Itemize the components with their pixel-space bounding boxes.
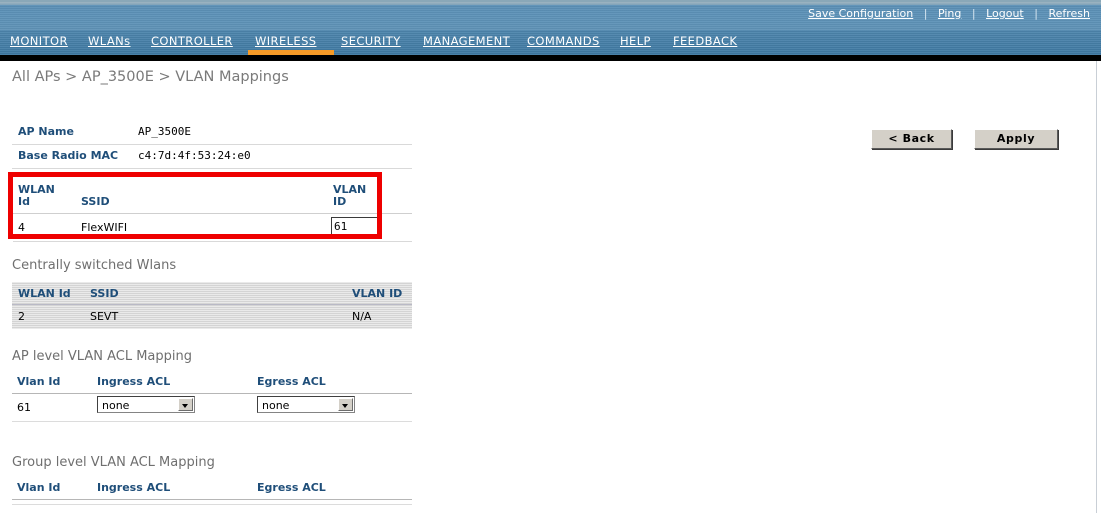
vlan-id-input[interactable] (331, 217, 381, 235)
table-row: 4 FlexWIFI (13, 214, 412, 242)
group-level-vlan-id-header: Vlan Id (17, 481, 61, 494)
group-level-ingress-acl-header: Ingress ACL (97, 481, 171, 494)
locally-switched-ssid-header: SSID (81, 195, 110, 208)
centrally-switched-ssid-value: SEVT (90, 310, 119, 323)
ap-level-vlan-id-header: Vlan Id (17, 375, 61, 388)
refresh-link[interactable]: Refresh (1048, 7, 1090, 20)
group-level-acl-empty-rule (12, 504, 412, 505)
group-level-acl-title: Group level VLAN ACL Mapping (12, 455, 215, 470)
centrally-switched-title: Centrally switched Wlans (12, 258, 177, 273)
main-nav: MONITOR WLANs CONTROLLER WIRELESS SECURI… (0, 30, 1101, 55)
header-link-separator-2: | (971, 7, 976, 20)
group-level-egress-acl-header: Egress ACL (257, 481, 326, 494)
base-radio-mac-label: Base Radio MAC (18, 149, 119, 162)
nav-item-monitor[interactable]: MONITOR (10, 34, 68, 48)
ap-level-ingress-acl-header: Ingress ACL (97, 375, 171, 388)
centrally-switched-wlan-id-value: 2 (18, 310, 25, 323)
ap-name-value: AP_3500E (138, 125, 191, 138)
vlan-id-header-line2: ID (333, 195, 347, 208)
back-button[interactable]: < Back (871, 129, 952, 149)
ap-level-acl-table: Vlan Id Ingress ACL Egress ACL 61 none n… (12, 371, 412, 422)
ap-info-table: AP Name AP_3500E Base Radio MAC c4:7d:4f… (12, 121, 412, 169)
nav-item-commands[interactable]: COMMANDS (527, 34, 600, 48)
chevron-down-icon[interactable] (338, 398, 353, 411)
banner-top-edge (0, 2, 1101, 5)
nav-item-feedback[interactable]: FEEDBACK (673, 34, 737, 48)
chevron-down-icon[interactable] (178, 398, 193, 411)
table-row: 61 none none (12, 394, 412, 422)
locally-switched-wlans-table: WLAN Id SSID VLAN ID 4 FlexWIFI (13, 177, 412, 242)
group-level-acl-header-row: Vlan Id Ingress ACL Egress ACL (12, 477, 412, 500)
ap-level-vlan-id-value: 61 (17, 401, 31, 414)
header-link-separator-1: | (923, 7, 928, 20)
top-banner: Save Configuration | Ping | Logout | Ref… (0, 0, 1101, 32)
nav-item-controller[interactable]: CONTROLLER (151, 34, 233, 48)
group-level-acl-table: Vlan Id Ingress ACL Egress ACL (12, 477, 412, 500)
locally-switched-wlan-id-header: WLAN Id (18, 184, 55, 208)
ap-level-ingress-acl-value: none (102, 399, 130, 412)
nav-item-security[interactable]: SECURITY (341, 34, 401, 48)
ap-level-egress-acl-header: Egress ACL (257, 375, 326, 388)
centrally-switched-wlans-table: WLAN Id SSID VLAN ID 2 SEVT N/A (12, 282, 412, 329)
ap-level-acl-header-row: Vlan Id Ingress ACL Egress ACL (12, 371, 412, 394)
breadcrumb: All APs > AP_3500E > VLAN Mappings (12, 69, 289, 85)
save-configuration-link[interactable]: Save Configuration (808, 7, 913, 20)
logout-link[interactable]: Logout (986, 7, 1024, 20)
locally-switched-wlan-id-value: 4 (18, 221, 25, 234)
centrally-switched-vlan-id-header: VLAN ID (352, 287, 403, 300)
centrally-switched-header-row: WLAN Id SSID VLAN ID (12, 282, 412, 305)
locally-switched-ssid-value: FlexWIFI (81, 221, 128, 234)
ap-level-egress-acl-select[interactable]: none (257, 396, 355, 413)
centrally-switched-wlan-id-header: WLAN Id (18, 287, 71, 300)
apply-button[interactable]: Apply (974, 129, 1058, 149)
centrally-switched-vlan-id-value: N/A (352, 310, 372, 323)
locally-switched-header-row: WLAN Id SSID VLAN ID (13, 177, 412, 214)
base-radio-mac-row: Base Radio MAC c4:7d:4f:53:24:e0 (12, 145, 412, 169)
ap-level-egress-acl-value: none (262, 399, 290, 412)
ap-name-label: AP Name (18, 125, 74, 138)
base-radio-mac-value: c4:7d:4f:53:24:e0 (138, 149, 251, 162)
table-row: 2 SEVT N/A (12, 305, 412, 329)
page-content: All APs > AP_3500E > VLAN Mappings < Bac… (0, 61, 1097, 513)
ping-link[interactable]: Ping (938, 7, 961, 20)
wlan-id-header-line2: Id (18, 195, 30, 208)
ap-name-row: AP Name AP_3500E (12, 121, 412, 145)
header-links: Save Configuration | Ping | Logout | Ref… (805, 7, 1093, 20)
ap-level-ingress-acl-select[interactable]: none (97, 396, 195, 413)
locally-switched-vlan-id-header: VLAN ID (333, 184, 366, 208)
ap-level-acl-title: AP level VLAN ACL Mapping (12, 349, 193, 364)
nav-item-wireless[interactable]: WIRELESS (255, 34, 317, 48)
nav-item-wlans[interactable]: WLANs (88, 34, 131, 48)
nav-item-help[interactable]: HELP (620, 34, 651, 48)
nav-item-management[interactable]: MANAGEMENT (423, 34, 510, 48)
centrally-switched-ssid-header: SSID (90, 287, 119, 300)
header-link-separator-3: | (1034, 7, 1038, 20)
